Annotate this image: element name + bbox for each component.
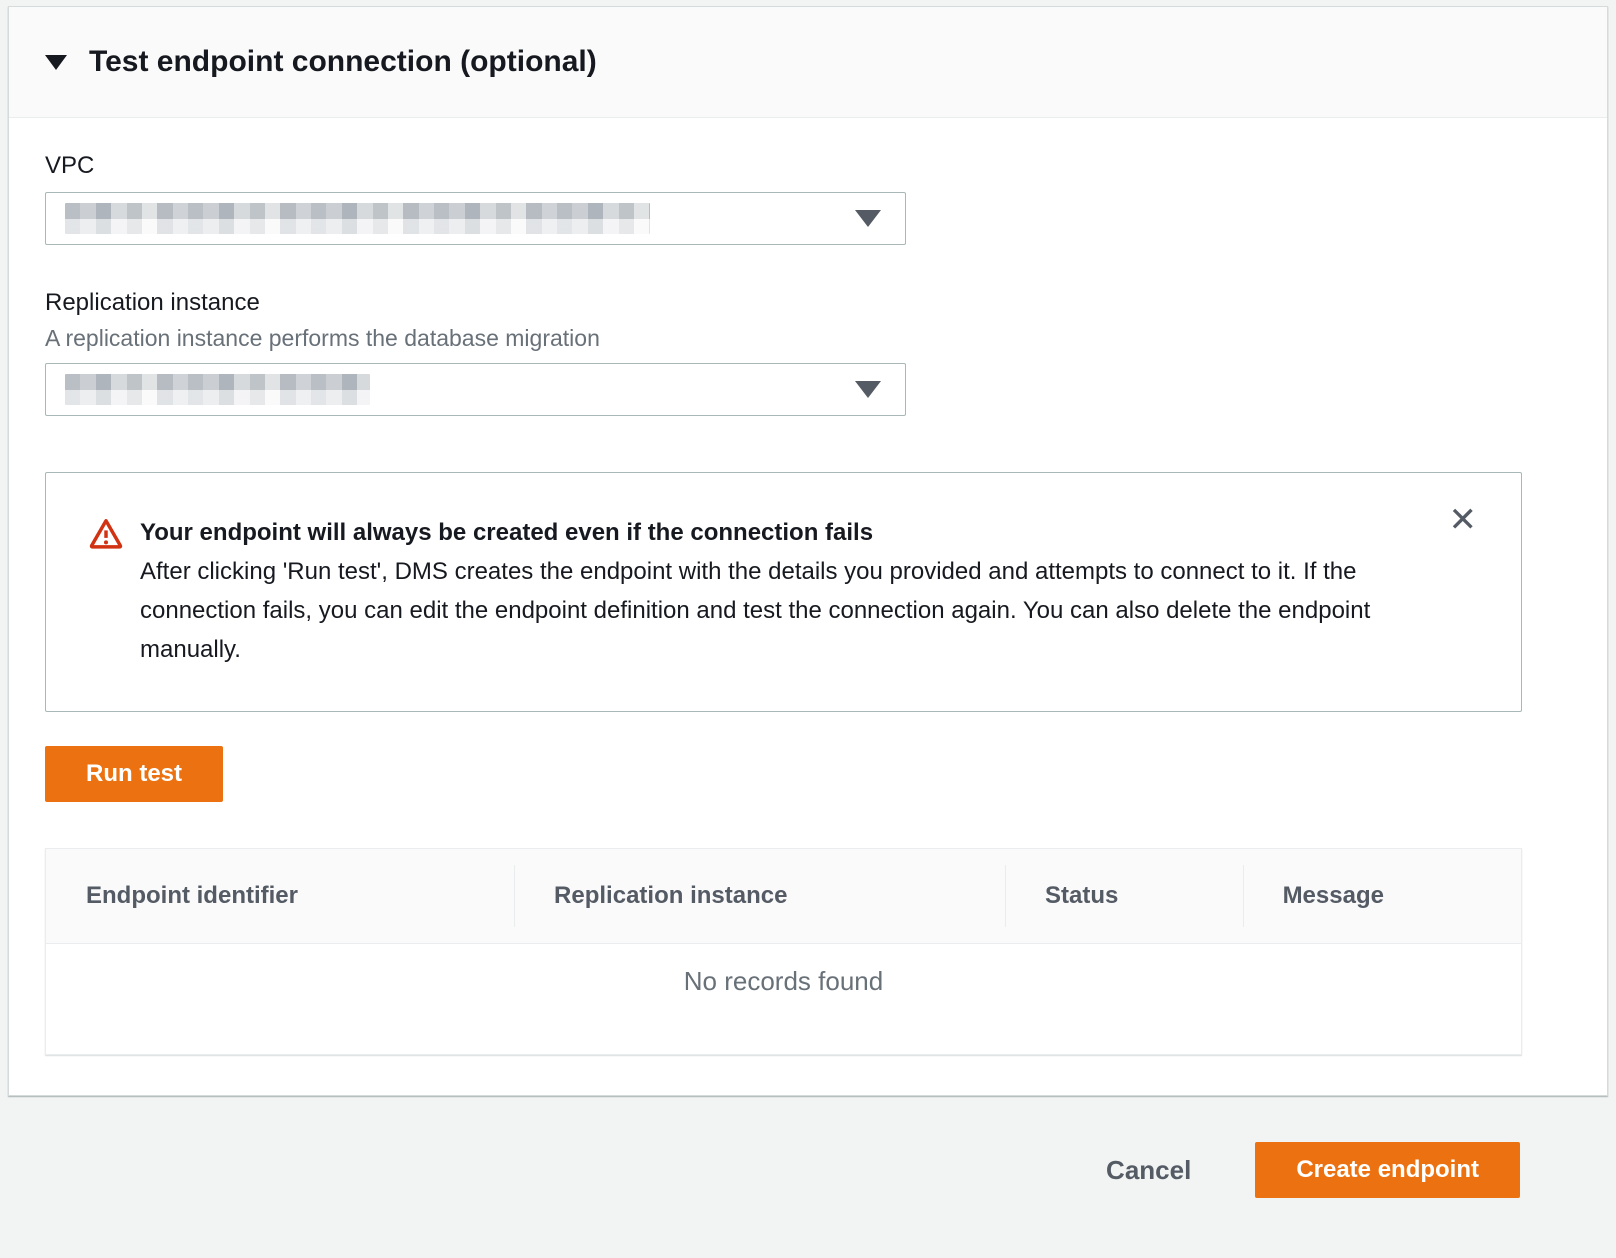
vpc-field: VPC bbox=[45, 152, 1522, 245]
section-body: VPC Replication instance A replication i… bbox=[9, 118, 1607, 1095]
create-endpoint-button[interactable]: Create endpoint bbox=[1255, 1142, 1520, 1198]
column-header-replication-instance[interactable]: Replication instance bbox=[514, 849, 1005, 943]
replication-instance-field: Replication instance A replication insta… bbox=[45, 289, 1522, 416]
chevron-down-icon bbox=[855, 210, 881, 227]
chevron-down-icon bbox=[855, 381, 881, 398]
warning-title: Your endpoint will always be created eve… bbox=[140, 513, 1390, 552]
warning-body-text: After clicking 'Run test', DMS creates t… bbox=[140, 552, 1390, 669]
empty-state-message: No records found bbox=[46, 944, 1521, 1054]
cancel-button[interactable]: Cancel bbox=[1106, 1155, 1191, 1186]
run-test-button[interactable]: Run test bbox=[45, 746, 223, 802]
vpc-label: VPC bbox=[45, 152, 1522, 180]
test-results-table: Endpoint identifier Replication instance… bbox=[45, 848, 1522, 1055]
vpc-select[interactable] bbox=[45, 192, 906, 245]
replication-instance-description: A replication instance performs the data… bbox=[45, 325, 1522, 351]
close-icon[interactable]: ✕ bbox=[1449, 503, 1478, 537]
redacted-vpc-value bbox=[65, 203, 650, 234]
triangle-down-icon bbox=[45, 55, 67, 70]
section-header-expander[interactable]: Test endpoint connection (optional) bbox=[9, 7, 1607, 118]
redacted-replication-instance-value bbox=[65, 374, 370, 405]
replication-instance-select[interactable] bbox=[45, 363, 906, 416]
warning-triangle-icon bbox=[88, 516, 124, 669]
column-header-message[interactable]: Message bbox=[1243, 849, 1521, 943]
column-header-status[interactable]: Status bbox=[1005, 849, 1243, 943]
warning-content: Your endpoint will always be created eve… bbox=[140, 513, 1390, 669]
form-actions-footer: Cancel Create endpoint bbox=[0, 1096, 1616, 1198]
column-header-endpoint-identifier[interactable]: Endpoint identifier bbox=[46, 849, 514, 943]
table-header-row: Endpoint identifier Replication instance… bbox=[46, 849, 1521, 944]
section-title: Test endpoint connection (optional) bbox=[89, 45, 597, 79]
warning-alert: Your endpoint will always be created eve… bbox=[45, 472, 1522, 712]
test-endpoint-card: Test endpoint connection (optional) VPC … bbox=[8, 6, 1608, 1096]
replication-instance-label: Replication instance bbox=[45, 289, 1522, 317]
